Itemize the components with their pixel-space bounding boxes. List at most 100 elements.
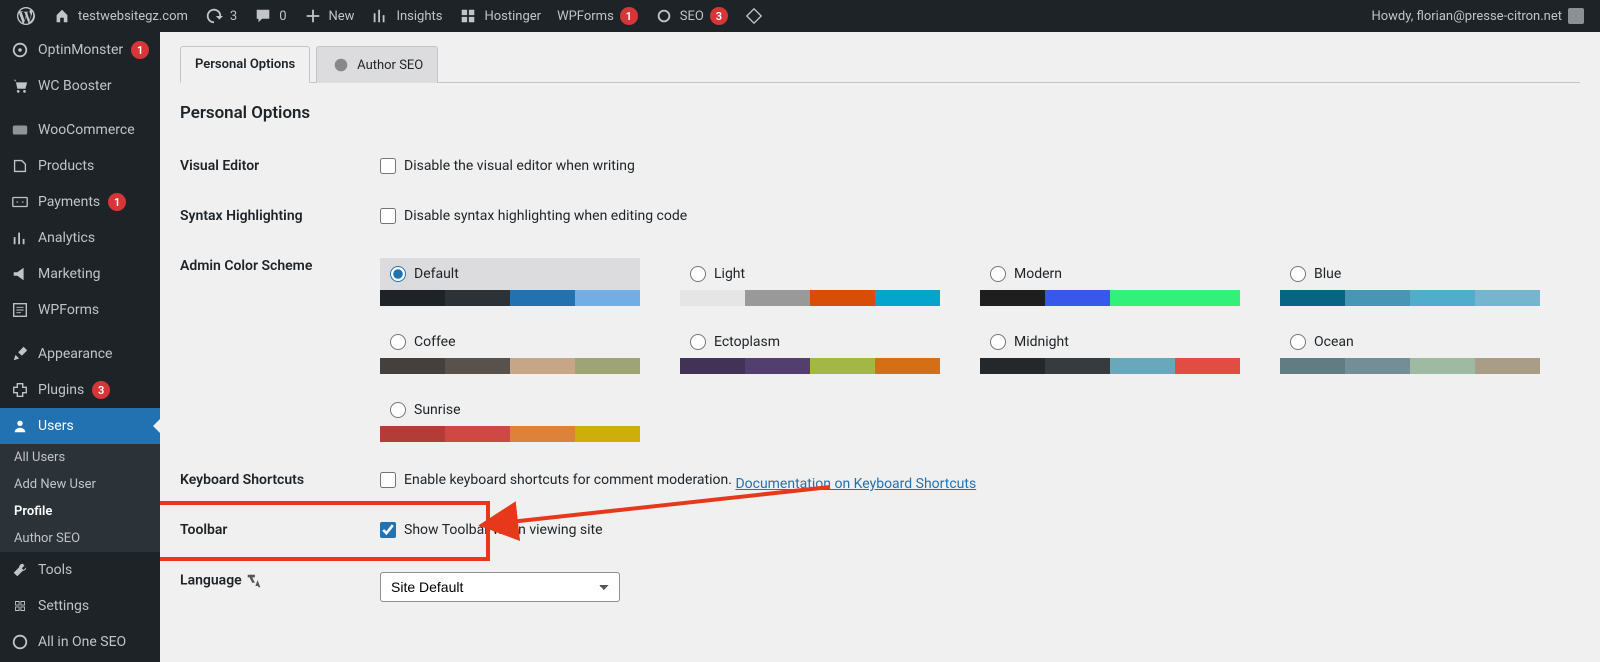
color-swatches xyxy=(1280,358,1540,374)
color-swatches xyxy=(680,290,940,306)
wpforms-icon xyxy=(10,300,30,320)
sidebar-item-marketing[interactable]: Marketing xyxy=(0,256,160,292)
howdy-label: Howdy, florian@presse-citron.net xyxy=(1371,9,1562,24)
site-name[interactable]: testwebsitegz.com xyxy=(44,0,196,32)
submenu-profile[interactable]: Profile xyxy=(0,498,160,525)
toolbar-label: Toolbar xyxy=(180,507,380,557)
syntax-checkbox[interactable] xyxy=(380,208,396,224)
new-label: New xyxy=(329,9,355,24)
color-scheme-option[interactable]: Modern xyxy=(980,258,1240,306)
sidebar-item-label: All in One SEO xyxy=(38,634,126,650)
color-scheme-radio[interactable] xyxy=(390,334,406,350)
payments-icon xyxy=(10,192,30,212)
color-scheme-radio[interactable] xyxy=(390,266,406,282)
shortcuts-doc-link[interactable]: Documentation on Keyboard Shortcuts xyxy=(735,476,976,492)
new-content[interactable]: New xyxy=(295,0,363,32)
comments[interactable]: 0 xyxy=(245,0,294,32)
sidebar-item-users[interactable]: Users xyxy=(0,408,160,444)
hostinger[interactable]: Hostinger xyxy=(450,0,549,32)
optinmonster-icon xyxy=(10,40,30,60)
shortcuts-checkbox[interactable] xyxy=(380,472,396,488)
my-account[interactable]: Howdy, florian@presse-citron.net xyxy=(1363,0,1592,32)
sidebar-item-optinmonster[interactable]: OptinMonster1 xyxy=(0,32,160,68)
color-scheme-option[interactable]: Sunrise xyxy=(380,394,640,442)
color-scheme-radio[interactable] xyxy=(990,334,1006,350)
sidebar-item-label: Products xyxy=(38,158,94,174)
color-scheme-radio[interactable] xyxy=(690,266,706,282)
color-scheme-option[interactable]: Ocean xyxy=(1280,326,1540,374)
toolbar-field[interactable]: Show Toolbar when viewing site xyxy=(380,522,603,538)
sidebar-item-wcbooster[interactable]: WC Booster xyxy=(0,68,160,104)
users-icon xyxy=(10,416,30,436)
sidebar-item-label: Tools xyxy=(38,562,72,578)
color-scheme-option[interactable]: Ectoplasm xyxy=(680,326,940,374)
color-swatches xyxy=(380,290,640,306)
sidebar-item-products[interactable]: Products xyxy=(0,148,160,184)
sidebar-item-label: Settings xyxy=(38,598,89,614)
submenu-all-users[interactable]: All Users xyxy=(0,444,160,471)
wpforms-label: WPForms xyxy=(557,9,614,24)
sidebar-item-settings[interactable]: Settings xyxy=(0,588,160,624)
sidebar-item-aioseo[interactable]: All in One SEO xyxy=(0,624,160,660)
color-scheme-option[interactable]: Coffee xyxy=(380,326,640,374)
seo-bar[interactable]: SEO3 xyxy=(646,0,736,32)
sidebar-item-woocommerce[interactable]: WooCommerce xyxy=(0,112,160,148)
language-select[interactable]: Site Default xyxy=(380,572,620,602)
submenu-author-seo[interactable]: Author SEO xyxy=(0,525,160,552)
sidebar-item-plugins[interactable]: Plugins3 xyxy=(0,372,160,408)
color-scheme-radio[interactable] xyxy=(390,402,406,418)
extra-icon[interactable] xyxy=(736,0,772,32)
color-scheme-radio[interactable] xyxy=(1290,334,1306,350)
wpforms-bar[interactable]: WPForms1 xyxy=(549,0,646,32)
color-scheme-radio[interactable] xyxy=(690,334,706,350)
shortcuts-desc: Enable keyboard shortcuts for comment mo… xyxy=(404,472,732,488)
color-swatches xyxy=(980,358,1240,374)
toolbar-checkbox[interactable] xyxy=(380,522,396,538)
avatar xyxy=(1568,8,1584,24)
shortcuts-field[interactable]: Enable keyboard shortcuts for comment mo… xyxy=(380,472,732,488)
sidebar-item-payments[interactable]: Payments 1 xyxy=(0,184,160,220)
toolbar-desc: Show Toolbar when viewing site xyxy=(404,522,603,538)
color-scheme-option[interactable]: Midnight xyxy=(980,326,1240,374)
visual-editor-field[interactable]: Disable the visual editor when writing xyxy=(380,158,635,174)
seo-icon xyxy=(654,6,674,26)
color-scheme-name: Sunrise xyxy=(414,402,461,418)
sidebar-badge: 1 xyxy=(131,41,149,59)
color-scheme-name: Modern xyxy=(1014,266,1062,282)
sidebar-badge: 1 xyxy=(108,193,126,211)
wp-logo[interactable] xyxy=(8,0,44,32)
submenu-add-user[interactable]: Add New User xyxy=(0,471,160,498)
comment-icon xyxy=(253,6,273,26)
sidebar-item-analytics[interactable]: Analytics xyxy=(0,220,160,256)
color-scheme-option[interactable]: Blue xyxy=(1280,258,1540,306)
sidebar-item-label: WC Booster xyxy=(38,78,112,94)
color-scheme-radio[interactable] xyxy=(1290,266,1306,282)
appearance-icon xyxy=(10,344,30,364)
update-icon xyxy=(204,6,224,26)
seo-badge: 3 xyxy=(710,7,728,25)
sidebar-item-tools[interactable]: Tools xyxy=(0,552,160,588)
syntax-field[interactable]: Disable syntax highlighting when editing… xyxy=(380,208,687,224)
color-scheme-option[interactable]: Default xyxy=(380,258,640,306)
analytics-icon xyxy=(10,228,30,248)
tab-personal-options[interactable]: Personal Options xyxy=(180,46,310,83)
updates[interactable]: 3 xyxy=(196,0,245,32)
color-swatches xyxy=(680,358,940,374)
admin-sidebar: OptinMonster1 WC Booster WooCommerce Pro… xyxy=(0,32,160,662)
color-scheme-radio[interactable] xyxy=(990,266,1006,282)
color-scheme-name: Coffee xyxy=(414,334,456,350)
color-schemes: Default Light Modern Blue Coffee Ectopla… xyxy=(380,258,1570,442)
sidebar-item-label: Users xyxy=(38,418,74,434)
syntax-desc: Disable syntax highlighting when editing… xyxy=(404,208,687,224)
sidebar-item-wpforms[interactable]: WPForms xyxy=(0,292,160,328)
color-swatches xyxy=(980,290,1240,306)
main-content: Personal Options Author SEO Personal Opt… xyxy=(160,32,1600,662)
tab-author-seo[interactable]: Author SEO xyxy=(316,46,438,83)
cart-icon xyxy=(10,76,30,96)
color-swatches xyxy=(380,358,640,374)
color-scheme-option[interactable]: Light xyxy=(680,258,940,306)
sidebar-item-label: Payments xyxy=(38,194,100,210)
sidebar-item-appearance[interactable]: Appearance xyxy=(0,336,160,372)
insights[interactable]: Insights xyxy=(362,0,450,32)
visual-editor-checkbox[interactable] xyxy=(380,158,396,174)
